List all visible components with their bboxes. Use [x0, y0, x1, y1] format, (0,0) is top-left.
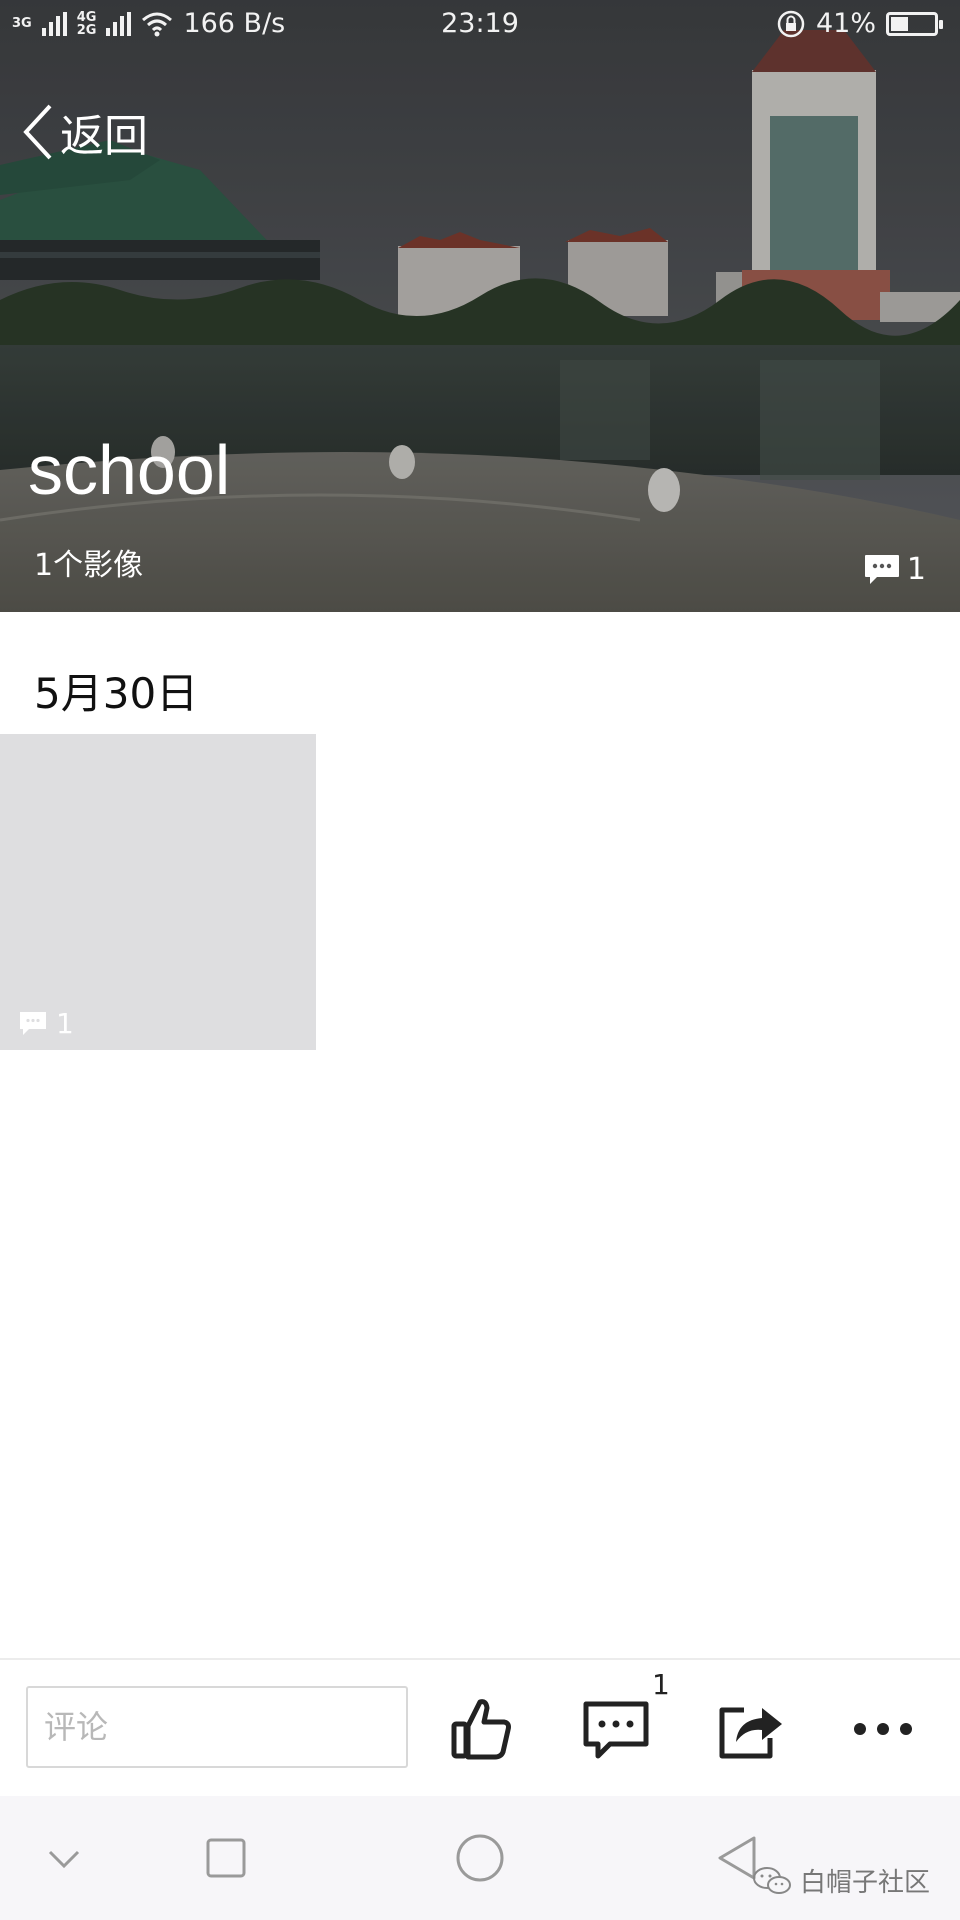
thumbnail-comment-indicator: 1 — [18, 1007, 74, 1040]
more-button[interactable] — [846, 1692, 920, 1766]
circle-icon — [456, 1834, 504, 1882]
status-right: 41% — [776, 8, 943, 39]
rotation-lock-icon — [777, 10, 805, 37]
share-icon — [719, 1707, 782, 1759]
photo-thumbnail[interactable]: 1 — [0, 734, 316, 1050]
album-comments-button[interactable]: 1 — [863, 552, 926, 587]
system-nav-bar: 白帽子社区 — [0, 1796, 960, 1920]
more-icon — [854, 1723, 912, 1735]
comments-count: 1 — [652, 1668, 670, 1701]
album-title: school — [28, 431, 231, 509]
thumbnail-comment-count: 1 — [56, 1007, 74, 1040]
collapse-nav-button[interactable] — [32, 1826, 96, 1890]
cover-photo — [0, 0, 960, 612]
album-comment-count: 1 — [906, 552, 926, 587]
comment-bubble-icon — [864, 554, 899, 584]
status-bar: 3G 4G 2G 166 B/s 23:19 41% — [0, 0, 960, 52]
comment-bubble-icon — [20, 1011, 46, 1035]
watermark: 白帽子社区 — [752, 1862, 930, 1899]
watermark-text: 白帽子社区 — [799, 1868, 930, 1898]
album-cover: 3G 4G 2G 166 B/s 23:19 41% 返回 school 1个影… — [0, 0, 960, 612]
album-item-count: 1个影像 — [34, 548, 144, 583]
square-icon — [206, 1838, 246, 1878]
home-button[interactable] — [448, 1826, 512, 1890]
back-label: 返回 — [60, 111, 148, 162]
back-button[interactable]: 返回 — [20, 100, 148, 164]
battery-icon — [886, 11, 943, 36]
comments-button[interactable] — [580, 1692, 654, 1766]
bottom-action-bar: 1 — [0, 1658, 960, 1796]
share-button[interactable] — [714, 1692, 788, 1766]
chevron-down-icon — [48, 1850, 80, 1869]
recents-button[interactable] — [194, 1826, 258, 1890]
thumbs-up-icon — [451, 1699, 511, 1760]
comment-icon — [583, 1701, 649, 1759]
chevron-left-icon — [23, 104, 52, 160]
comment-input[interactable] — [26, 1686, 408, 1768]
battery-percent: 41% — [815, 8, 876, 39]
wechat-icon — [752, 1866, 791, 1894]
like-button[interactable] — [446, 1692, 520, 1766]
date-heading: 5月30日 — [34, 669, 199, 718]
battery-fill — [891, 16, 909, 31]
